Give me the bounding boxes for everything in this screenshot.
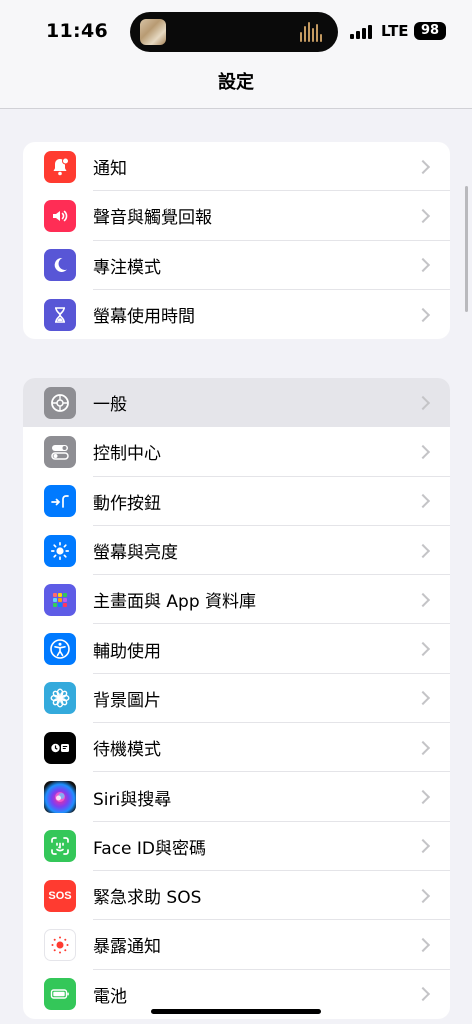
page-title: 設定	[218, 72, 254, 93]
chevron-right-icon	[415, 691, 431, 706]
speaker-icon	[44, 199, 76, 232]
settings-row-label: 通知	[93, 159, 127, 180]
settings-row-label: Siri與搜尋	[93, 789, 172, 810]
standby-icon	[44, 731, 76, 764]
settings-row-label: 動作按鈕	[93, 493, 161, 514]
chevron-right-icon	[415, 839, 431, 854]
exposure-icon	[44, 928, 76, 961]
settings-row-general[interactable]: 一般	[23, 378, 450, 428]
settings-group-2: 一般 控制中心 動作按鈕 螢幕與亮度 主畫面與 App 資料庫 輔助使用 背景圖…	[23, 378, 450, 1019]
settings-row-screen-time[interactable]: 螢幕使用時間	[23, 290, 450, 339]
chevron-right-icon	[415, 543, 431, 558]
chevron-right-icon	[415, 789, 431, 805]
settings-row-control-center[interactable]: 控制中心	[23, 427, 450, 477]
action-button-icon	[44, 485, 76, 518]
settings-row-focus[interactable]: 專注模式	[23, 241, 450, 290]
settings-row-notifications[interactable]: 通知	[23, 142, 450, 192]
settings-row-standby[interactable]: 待機模式	[23, 723, 450, 773]
accessibility-icon	[44, 633, 76, 666]
chevron-right-icon	[415, 740, 431, 755]
chevron-right-icon	[415, 159, 431, 174]
settings-row-exposure-notifications[interactable]: 暴露通知	[23, 920, 450, 970]
settings-row-label: 主畫面與 App 資料庫	[93, 592, 257, 613]
toggles-icon	[44, 435, 76, 468]
home-indicator[interactable]	[151, 1009, 321, 1014]
chevron-right-icon	[415, 987, 431, 1002]
hourglass-icon	[44, 298, 76, 331]
chevron-right-icon	[415, 592, 431, 607]
battery-icon	[44, 978, 76, 1011]
status-time: 11:46	[46, 20, 108, 42]
navigation-bar: 設定	[0, 64, 472, 109]
settings-row-home-screen-app-library[interactable]: 主畫面與 App 資料庫	[23, 575, 450, 625]
now-playing-artwork-icon	[140, 19, 166, 45]
sun-icon	[44, 534, 76, 567]
audio-waveform-icon	[300, 22, 324, 42]
settings-row-action-button[interactable]: 動作按鈕	[23, 477, 450, 526]
chevron-right-icon	[415, 494, 431, 509]
settings-group-1: 通知 聲音與觸覺回報 專注模式 螢幕使用時間	[23, 142, 450, 340]
settings-row-label: 螢幕與亮度	[93, 543, 178, 564]
flower-icon	[44, 682, 76, 715]
settings-row-wallpaper[interactable]: 背景圖片	[23, 674, 450, 724]
bell-icon	[44, 150, 76, 183]
settings-row-label: Face ID與密碼	[93, 838, 206, 859]
settings-row-label: 控制中心	[93, 444, 161, 465]
cellular-signal-icon	[350, 25, 374, 39]
battery-level: 98	[414, 22, 446, 40]
moon-icon	[44, 249, 76, 282]
settings-row-label: 專注模式	[93, 257, 161, 278]
siri-icon	[44, 781, 76, 814]
chevron-right-icon	[415, 642, 431, 657]
face-id-icon	[44, 830, 76, 863]
chevron-right-icon	[415, 937, 431, 952]
settings-row-label: 背景圖片	[93, 690, 161, 711]
settings-row-label: 緊急求助 SOS	[93, 888, 202, 909]
chevron-right-icon	[415, 258, 431, 273]
settings-row-label: 暴露通知	[93, 937, 161, 958]
settings-row-face-id-passcode[interactable]: Face ID與密碼	[23, 822, 450, 871]
chevron-right-icon	[415, 395, 431, 410]
settings-row-label: 一般	[93, 395, 127, 416]
network-type: LTE	[381, 22, 409, 40]
settings-row-display-brightness[interactable]: 螢幕與亮度	[23, 526, 450, 576]
status-bar: 11:46 LTE 98	[0, 0, 472, 64]
settings-row-accessibility[interactable]: 輔助使用	[23, 624, 450, 674]
dynamic-island[interactable]	[130, 12, 338, 52]
gear-icon	[44, 386, 76, 419]
chevron-right-icon	[415, 307, 431, 322]
settings-row-label: 聲音與觸覺回報	[93, 208, 212, 229]
scroll-indicator[interactable]	[465, 186, 468, 312]
settings-row-emergency-sos[interactable]: SOS 緊急求助 SOS	[23, 871, 450, 921]
sos-icon: SOS	[44, 879, 76, 912]
app-grid-icon	[44, 583, 76, 616]
settings-row-label: 電池	[93, 986, 127, 1007]
chevron-right-icon	[415, 888, 431, 903]
settings-row-label: 螢幕使用時間	[93, 307, 195, 328]
chevron-right-icon	[415, 444, 431, 460]
settings-row-siri-search[interactable]: Siri與搜尋	[23, 772, 450, 822]
settings-row-label: 待機模式	[93, 740, 161, 761]
chevron-right-icon	[415, 208, 431, 224]
settings-row-sounds-haptics[interactable]: 聲音與觸覺回報	[23, 191, 450, 241]
settings-row-label: 輔助使用	[93, 641, 161, 662]
